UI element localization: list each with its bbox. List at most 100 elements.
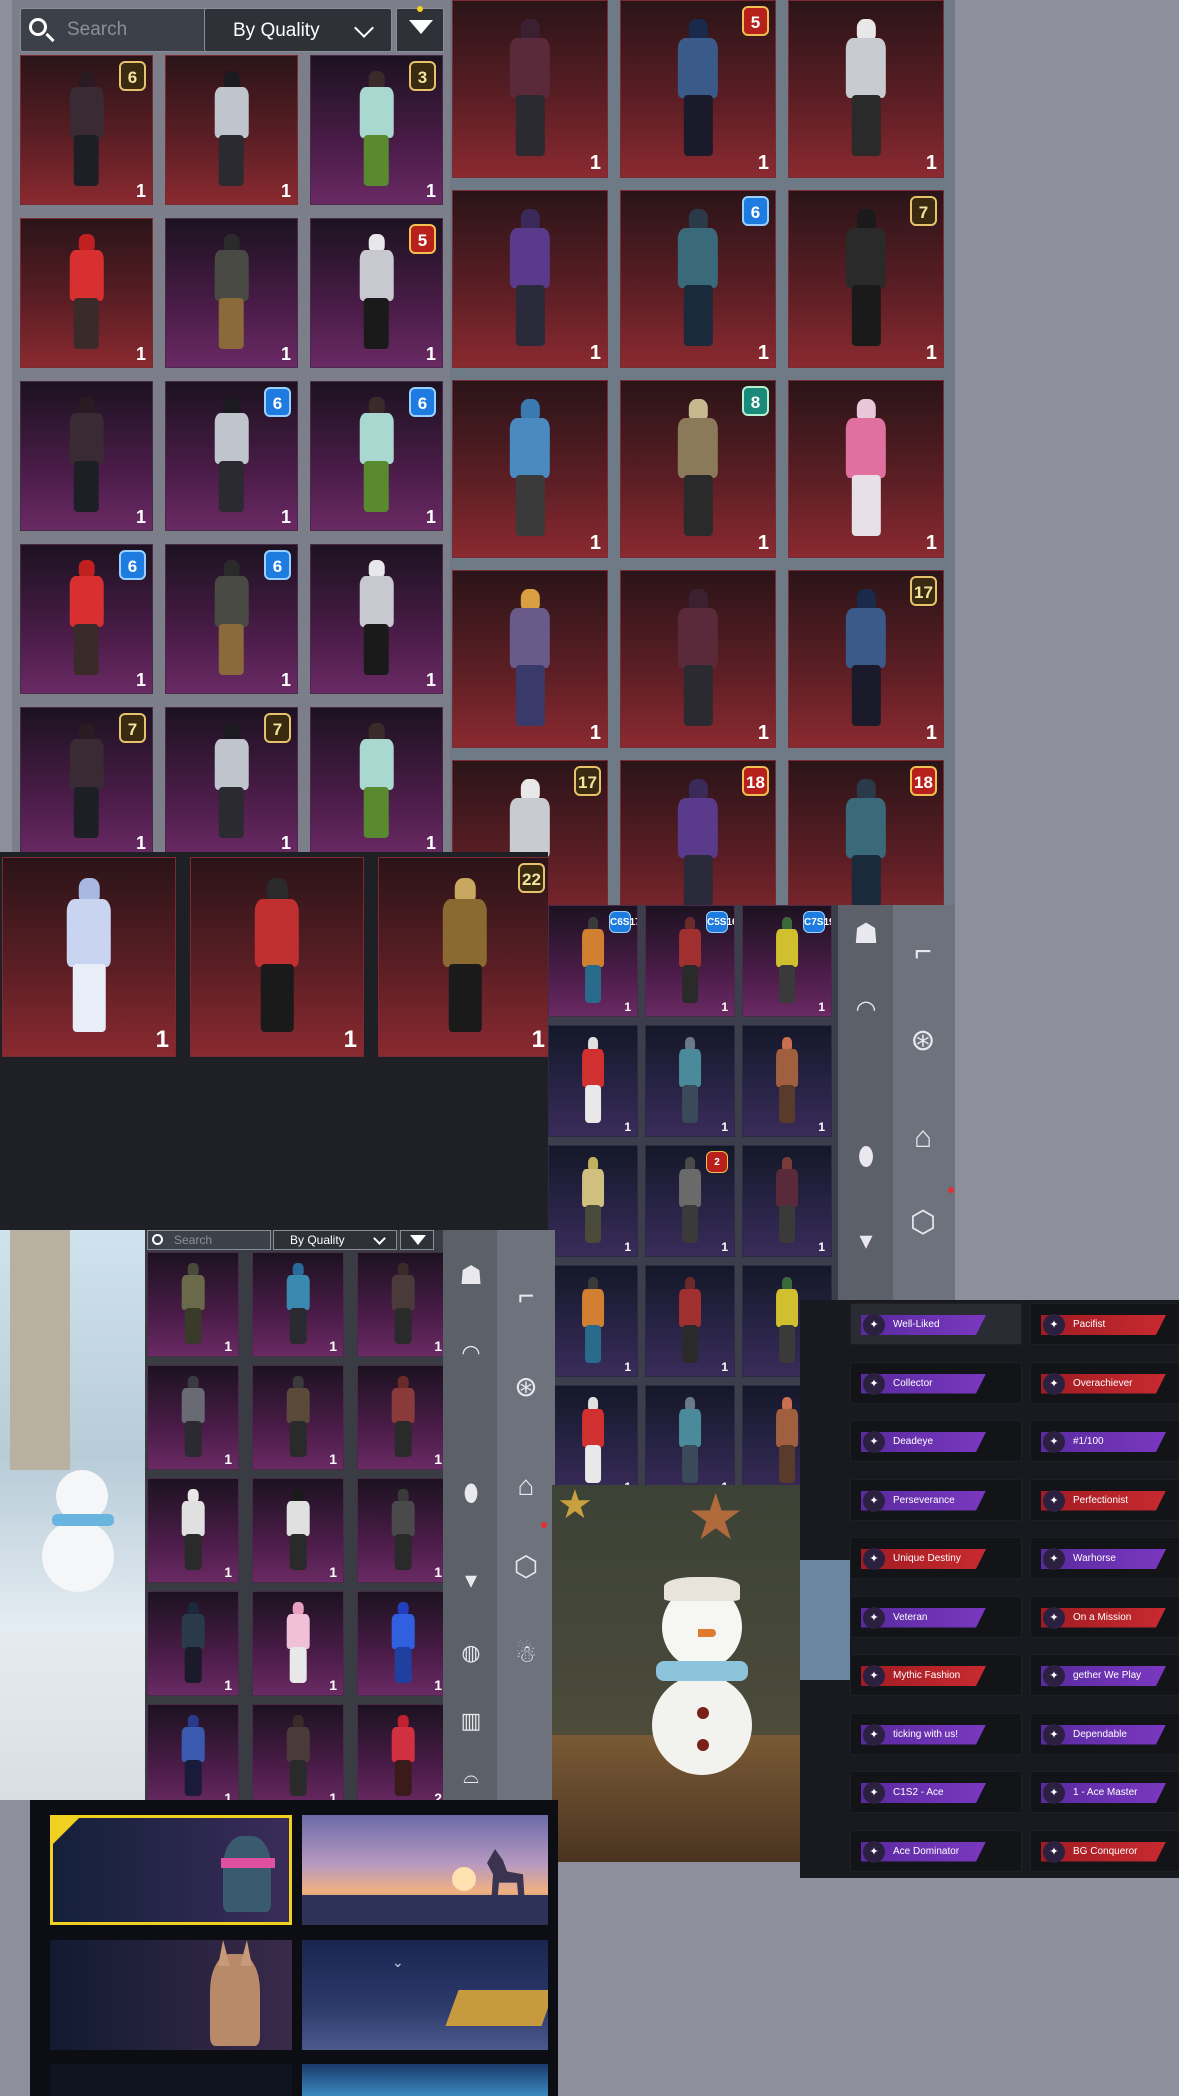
crate-icon[interactable]: ⬡ bbox=[503, 1550, 549, 1590]
sort-dropdown-e[interactable]: By Quality bbox=[273, 1230, 397, 1250]
outfit-slot[interactable]: 16 bbox=[165, 381, 298, 531]
outfit-slot[interactable]: 1 bbox=[252, 1478, 344, 1583]
outfit-slot[interactable]: 1 bbox=[147, 1591, 239, 1696]
helmet-icon[interactable]: ☗ bbox=[451, 1260, 491, 1294]
parachute-icon[interactable]: ⌂ bbox=[898, 1121, 948, 1161]
outfit-slot[interactable]: 1 bbox=[252, 1704, 344, 1800]
outfit-slot[interactable]: 15 bbox=[620, 0, 776, 178]
title-item-left[interactable]: ✦ ticking with us! bbox=[850, 1712, 1022, 1755]
cap-icon[interactable]: ◠ bbox=[846, 995, 886, 1029]
outfit-slot[interactable]: 118 bbox=[620, 760, 776, 905]
outfit-slot[interactable]: 1 bbox=[20, 218, 153, 368]
sort-dropdown[interactable]: By Quality bbox=[204, 8, 392, 52]
outfit-slot[interactable]: 18 bbox=[620, 380, 776, 558]
steering-wheel-icon[interactable]: ⊛ bbox=[503, 1370, 549, 1410]
shirt-icon[interactable]: ▾ bbox=[451, 1566, 491, 1600]
pistol-icon[interactable]: ⌐ bbox=[898, 935, 948, 975]
title-item-left[interactable]: ✦ Perseverance bbox=[850, 1478, 1022, 1521]
title-item-left[interactable]: ✦ Ace Dominator bbox=[850, 1829, 1022, 1872]
character-icon[interactable]: ☃ bbox=[503, 1640, 549, 1680]
outfit-slot[interactable]: 16 bbox=[20, 55, 153, 205]
outfit-slot[interactable]: 2 bbox=[357, 1704, 449, 1800]
filter-button-e[interactable] bbox=[400, 1230, 434, 1250]
outfit-slot[interactable]: 1 bbox=[357, 1252, 449, 1357]
outfit-slot[interactable]: 1 bbox=[548, 1145, 638, 1257]
cap-icon[interactable]: ◠ bbox=[451, 1340, 491, 1374]
outfit-slot[interactable]: 1 bbox=[742, 1145, 832, 1257]
backpack-icon[interactable]: ◍ bbox=[451, 1640, 491, 1674]
search-input-e[interactable]: Search bbox=[147, 1230, 271, 1250]
outfit-slot[interactable]: 1 bbox=[357, 1591, 449, 1696]
banner-rabbit[interactable] bbox=[50, 1940, 292, 2050]
shoes-icon[interactable]: ⌓ bbox=[451, 1766, 491, 1796]
title-item-left[interactable]: ✦ Deadeye bbox=[850, 1420, 1022, 1462]
outfit-slot[interactable]: 1 bbox=[452, 0, 608, 178]
outfit-slot[interactable]: 15 bbox=[310, 218, 443, 368]
title-item-right[interactable]: ✦ Dependable bbox=[1030, 1712, 1179, 1755]
outfit-slot[interactable]: 1 bbox=[2, 857, 176, 1057]
outfit-slot[interactable]: 1 bbox=[147, 1704, 239, 1800]
outfit-slot[interactable]: 1 bbox=[645, 1265, 735, 1377]
outfit-slot[interactable]: 1 bbox=[252, 1365, 344, 1470]
mask-icon[interactable]: ⬮ bbox=[451, 1480, 491, 1514]
pistol-icon[interactable]: ⌐ bbox=[503, 1280, 549, 1320]
outfit-slot[interactable]: 17 bbox=[165, 707, 298, 852]
steering-wheel-icon[interactable]: ⊛ bbox=[898, 1023, 948, 1063]
outfit-slot[interactable]: 1 bbox=[452, 570, 608, 748]
banner-deer[interactable] bbox=[302, 1815, 548, 1925]
outfit-slot[interactable]: 1 C5S16 bbox=[645, 905, 735, 1017]
banner-partial-left[interactable] bbox=[50, 2064, 292, 2096]
outfit-slot[interactable]: 1 bbox=[147, 1478, 239, 1583]
outfit-slot[interactable]: 16 bbox=[20, 544, 153, 694]
outfit-slot[interactable]: 1 bbox=[165, 218, 298, 368]
outfit-slot[interactable]: 1 bbox=[645, 1385, 735, 1495]
outfit-slot[interactable]: 1 bbox=[548, 1265, 638, 1377]
outfit-slot[interactable]: 17 bbox=[788, 190, 944, 368]
outfit-slot[interactable]: 16 bbox=[310, 381, 443, 531]
outfit-slot[interactable]: 1 bbox=[548, 1385, 638, 1495]
outfit-slot[interactable]: 1 22 bbox=[378, 857, 548, 1057]
outfit-slot[interactable]: 13 bbox=[310, 55, 443, 205]
outfit-slot[interactable]: 1 bbox=[252, 1252, 344, 1357]
outfit-slot[interactable]: 16 bbox=[620, 190, 776, 368]
search-input[interactable]: Search bbox=[20, 8, 208, 52]
title-item-right[interactable]: ✦ gether We Play bbox=[1030, 1654, 1179, 1696]
title-item-right[interactable]: ✦ Warhorse bbox=[1030, 1537, 1179, 1579]
title-item-left[interactable]: ✦ Well-Liked bbox=[850, 1303, 1022, 1345]
outfit-slot[interactable]: 1 bbox=[147, 1365, 239, 1470]
outfit-slot[interactable]: 1 C7S19 bbox=[742, 905, 832, 1017]
shirt-icon[interactable]: ▾ bbox=[846, 1225, 886, 1259]
outfit-slot[interactable]: 1 bbox=[452, 190, 608, 368]
outfit-slot[interactable]: 1 bbox=[190, 857, 364, 1057]
title-item-left[interactable]: ✦ Collector bbox=[850, 1361, 1022, 1404]
title-item-left[interactable]: ✦ C1S2 - Ace bbox=[850, 1771, 1022, 1813]
outfit-slot[interactable]: 1 C6S17 bbox=[548, 905, 638, 1017]
title-item-right[interactable]: ✦ On a Mission bbox=[1030, 1595, 1179, 1638]
outfit-slot[interactable]: 1 bbox=[252, 1591, 344, 1696]
outfit-slot[interactable]: 118 bbox=[788, 760, 944, 905]
outfit-slot[interactable]: 1 17 bbox=[788, 570, 944, 748]
title-item-right[interactable]: ✦ #1/100 bbox=[1030, 1420, 1179, 1462]
banner-cat[interactable] bbox=[50, 1815, 292, 1925]
outfit-slot[interactable]: 1 bbox=[788, 380, 944, 558]
parachute-icon[interactable]: ⌂ bbox=[503, 1470, 549, 1510]
outfit-slot[interactable]: 1 bbox=[742, 1025, 832, 1137]
outfit-slot[interactable]: 17 bbox=[20, 707, 153, 852]
title-item-right[interactable]: ✦ BG Conqueror bbox=[1030, 1829, 1179, 1872]
outfit-slot[interactable]: 1 bbox=[645, 1025, 735, 1137]
outfit-slot[interactable]: 1 bbox=[20, 381, 153, 531]
outfit-slot[interactable]: 1 bbox=[548, 1025, 638, 1137]
banner-partial-right[interactable] bbox=[302, 2064, 548, 2096]
outfit-slot[interactable]: 1 bbox=[165, 55, 298, 205]
filter-button[interactable] bbox=[396, 6, 444, 52]
title-item-left[interactable]: ✦ Mythic Fashion bbox=[850, 1654, 1022, 1696]
pants-icon[interactable]: ▥ bbox=[451, 1708, 491, 1742]
outfit-slot[interactable]: 1 bbox=[147, 1252, 239, 1357]
title-item-left[interactable]: ✦ Veteran bbox=[850, 1595, 1022, 1638]
outfit-slot[interactable]: 1 bbox=[452, 380, 608, 558]
mask-icon[interactable]: ⬮ bbox=[846, 1141, 886, 1175]
title-item-right[interactable]: ✦ Perfectionist bbox=[1030, 1478, 1179, 1521]
outfit-slot[interactable]: 12 bbox=[645, 1145, 735, 1257]
outfit-slot[interactable]: 1 bbox=[788, 0, 944, 178]
title-item-left[interactable]: ✦ Unique Destiny bbox=[850, 1537, 1022, 1579]
